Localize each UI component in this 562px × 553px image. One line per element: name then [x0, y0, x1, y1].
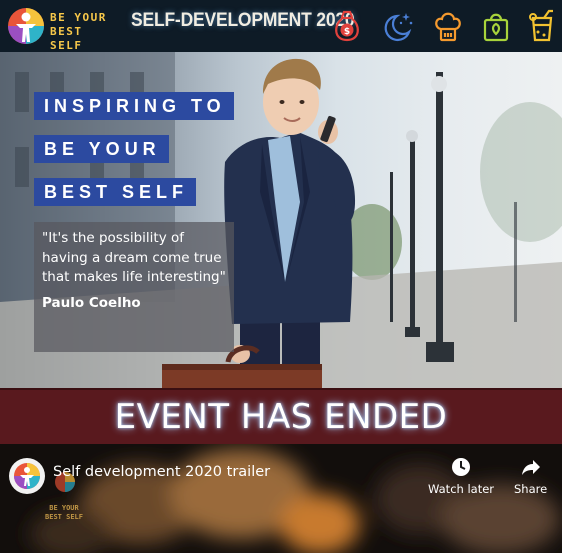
quote-text: "It's the possibility of having a dream … [42, 230, 226, 285]
logo-text-line2: BEST SELF [50, 25, 83, 52]
svg-text:$: $ [344, 27, 350, 37]
event-ended-banner: EVENT HAS ENDED [0, 388, 562, 444]
cocktail-drink-icon[interactable] [524, 8, 560, 44]
event-ended-text: EVENT HAS ENDED [114, 397, 448, 437]
watermark-line2: BEST SELF [45, 513, 83, 521]
money-bag-icon[interactable]: $ [329, 8, 365, 44]
site-title[interactable]: SELF-DEVELOPMENT 2020 [131, 10, 355, 32]
quote-box: "It's the possibility of having a dream … [34, 222, 234, 352]
hero-banner: INSPIRING TO BE YOUR BEST SELF "It's the… [0, 52, 562, 388]
hero-heading-line-3: BEST SELF [34, 178, 197, 206]
video-player[interactable]: BE YOUR BEST SELF Self development 2020 … [0, 444, 562, 553]
watch-later-button[interactable]: Watch later [428, 456, 494, 496]
clock-icon [452, 458, 470, 476]
hero-heading-line-2: BE YOUR [34, 135, 169, 163]
share-label: Share [514, 482, 548, 496]
shopping-bag-icon[interactable] [478, 8, 514, 44]
chef-hat-icon[interactable] [430, 8, 466, 44]
night-moon-stars-icon[interactable] [380, 8, 416, 44]
watermark-line1: BE YOUR [49, 504, 79, 512]
logo-text: BE YOUR BEST SELF [50, 11, 120, 53]
share-arrow-icon [521, 460, 540, 475]
quote-author: Paulo Coelho [42, 294, 141, 311]
watch-later-label: Watch later [428, 482, 495, 496]
channel-avatar[interactable] [9, 458, 45, 494]
share-button[interactable]: Share [514, 456, 547, 496]
hero-heading-line-1: INSPIRING TO [34, 92, 234, 120]
logo-icon[interactable] [6, 4, 46, 48]
site-header: BE YOUR BEST SELF SELF-DEVELOPMENT 2020 … [0, 0, 562, 52]
logo-text-line1: BE YOUR [50, 11, 107, 24]
video-title[interactable]: Self development 2020 trailer [53, 464, 270, 480]
